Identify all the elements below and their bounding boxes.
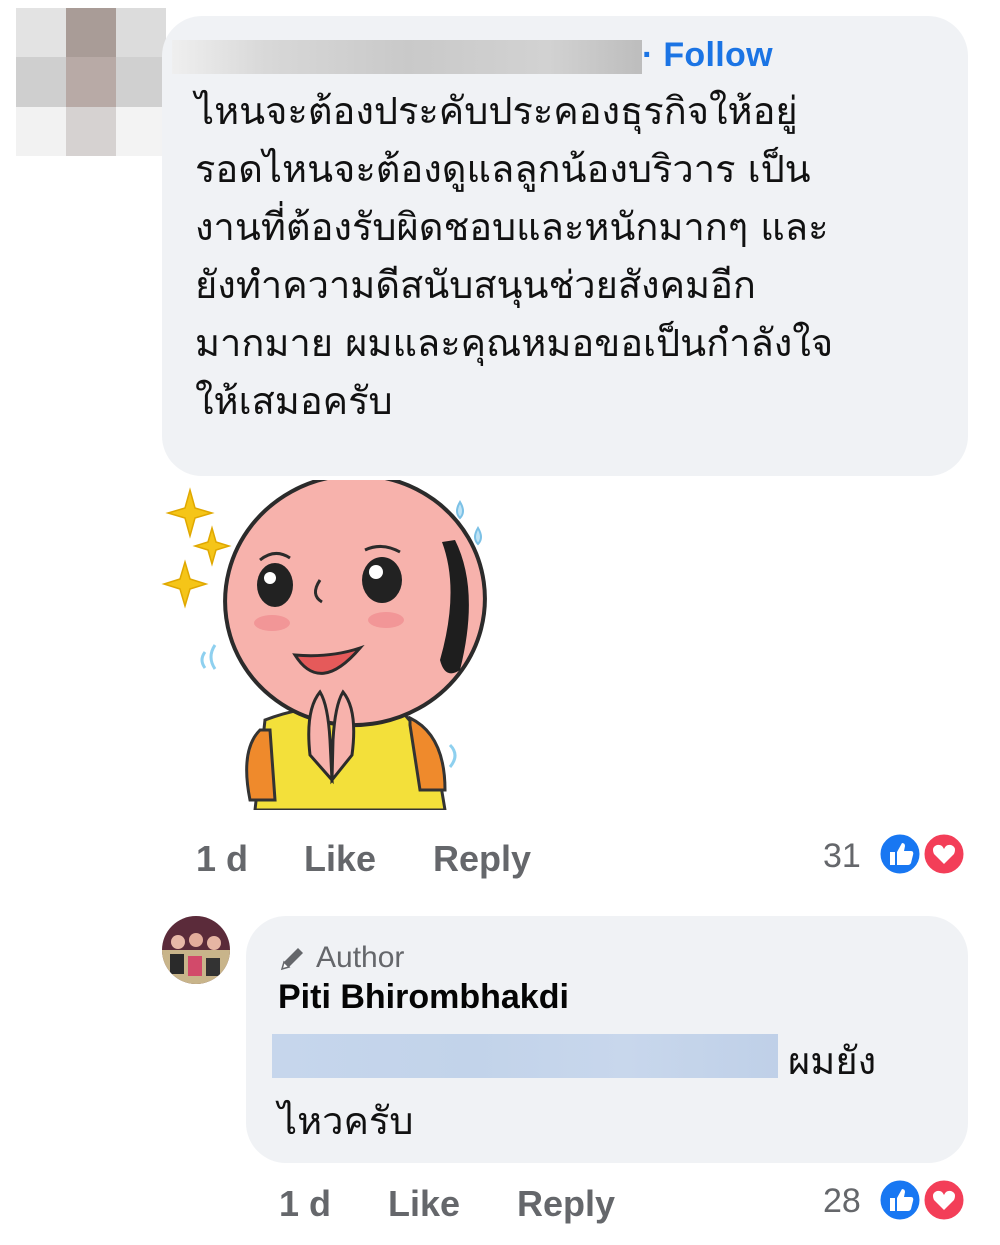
comment-text-line: มากมาย ผมและคุณหมอขอเป็นกำลังใจ — [195, 321, 834, 365]
comment-reply-button[interactable]: Reply — [433, 838, 531, 880]
author-badge: Author — [278, 940, 404, 976]
mention-tag-blurred[interactable] — [272, 1034, 778, 1078]
love-icon — [921, 1178, 966, 1222]
comment-text-line: ยังทำความดีสนับสนุนช่วยสังคมอีก — [195, 263, 756, 307]
comment-timestamp[interactable]: 1 d — [196, 838, 248, 880]
author-badge-label: Author — [316, 941, 405, 974]
like-icon — [877, 832, 923, 876]
follow-button[interactable]: · Follow — [642, 36, 773, 75]
reply-reply-button[interactable]: Reply — [517, 1183, 615, 1225]
comment-text: ไหนจะต้องประคับประคองธุรกิจให้อยู่ รอดไห… — [195, 82, 955, 430]
like-icon — [877, 1178, 923, 1222]
comment-text-line: งานที่ต้องรับผิดชอบและหนักมากๆ และ — [195, 205, 829, 249]
pencil-icon — [280, 948, 303, 971]
sparkle-icon — [161, 487, 232, 609]
thank-you-sticker[interactable] — [160, 480, 500, 810]
reply-reaction-count[interactable]: 28 — [823, 1182, 861, 1221]
reply-timestamp[interactable]: 1 d — [279, 1183, 331, 1225]
comment-reactions[interactable] — [876, 832, 966, 876]
reply-like-button[interactable]: Like — [388, 1183, 460, 1225]
comment-like-button[interactable]: Like — [304, 838, 376, 880]
comment-text-line: ให้เสมอครับ — [195, 379, 393, 423]
reply-text-line: ไหวครับ — [278, 1099, 414, 1143]
reply-author-name[interactable]: Piti Bhirombhakdi — [278, 978, 569, 1017]
commenter-name-blurred[interactable] — [172, 40, 642, 74]
comment-reaction-count[interactable]: 31 — [823, 837, 861, 876]
comment-text-line: รอดไหนจะต้องดูแลลูกน้องบริวาร เป็น — [195, 147, 811, 191]
love-icon — [921, 832, 966, 876]
reply-text-line: ผมยัง — [788, 1039, 877, 1083]
comment-text-line: ไหนจะต้องประคับประคองธุรกิจให้อยู่ — [195, 89, 798, 133]
reply-reactions[interactable] — [876, 1178, 966, 1222]
commenter-avatar-blurred[interactable] — [16, 8, 166, 156]
reply-author-avatar[interactable] — [162, 916, 230, 984]
